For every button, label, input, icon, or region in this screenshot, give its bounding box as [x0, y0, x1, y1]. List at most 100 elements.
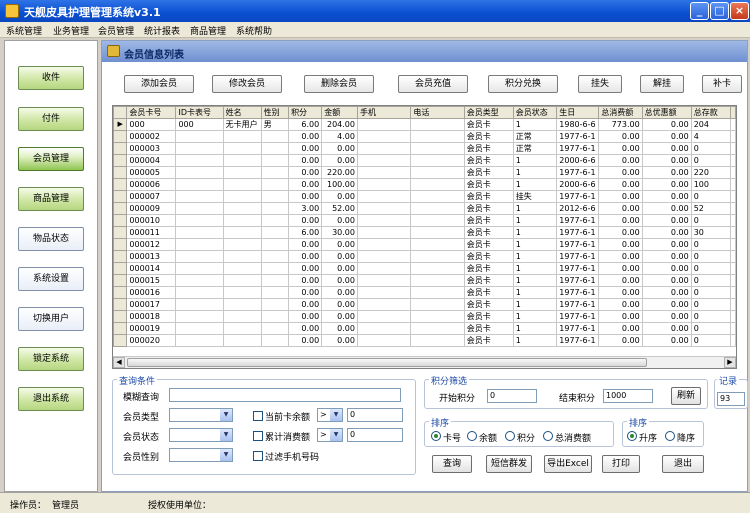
table-cell[interactable]: 000003: [126, 142, 177, 155]
table-cell[interactable]: [175, 142, 224, 155]
table-cell[interactable]: 000016: [126, 286, 177, 299]
table-cell[interactable]: 0.00: [598, 142, 643, 155]
table-cell[interactable]: [260, 262, 290, 275]
column-header[interactable]: 姓名: [222, 106, 262, 119]
table-cell[interactable]: [356, 214, 412, 227]
table-cell[interactable]: 1977-6-1: [556, 130, 600, 143]
member-type-select[interactable]: ▼: [169, 408, 233, 422]
table-cell[interactable]: 0.00: [321, 190, 358, 203]
table-cell[interactable]: 0.00: [641, 250, 692, 263]
table-cell[interactable]: 000011: [126, 226, 177, 239]
table-cell[interactable]: 000018: [126, 310, 177, 323]
table-cell[interactable]: [260, 238, 290, 251]
balance-value-input[interactable]: 0: [347, 408, 403, 422]
table-cell[interactable]: 2000-6-6: [556, 154, 600, 167]
fuzzy-search-input[interactable]: [169, 388, 401, 402]
report-loss-button[interactable]: 挂失: [578, 75, 622, 93]
table-cell[interactable]: 1977-6-1: [556, 226, 600, 239]
table-cell[interactable]: 0.00: [321, 286, 358, 299]
table-cell[interactable]: 0.00: [598, 190, 643, 203]
points-redeem-button[interactable]: 积分兑换: [488, 75, 558, 93]
table-cell[interactable]: 0.00: [288, 274, 323, 287]
menu-business[interactable]: 业务管理: [53, 24, 89, 37]
table-cell[interactable]: [410, 166, 465, 179]
menu-goods[interactable]: 商品管理: [190, 24, 226, 37]
table-cell[interactable]: 100.00: [321, 178, 358, 191]
table-cell[interactable]: [175, 154, 224, 167]
table-cell[interactable]: 000017: [126, 298, 177, 311]
nav-exit[interactable]: 退出系统: [18, 387, 84, 411]
table-cell[interactable]: 1: [512, 334, 558, 347]
table-cell[interactable]: 0.00: [321, 310, 358, 323]
table-row[interactable]: 000010 0.00 0.00 会员卡 1 1977-6-1 0.00 0.00 0: [113, 214, 736, 227]
maximize-button[interactable]: □: [710, 2, 729, 20]
table-cell[interactable]: 会员卡: [463, 286, 514, 299]
table-cell[interactable]: [222, 310, 262, 323]
table-cell[interactable]: 1: [512, 238, 558, 251]
table-cell[interactable]: 0.00: [598, 154, 643, 167]
row-header[interactable]: [113, 310, 128, 323]
recharge-button[interactable]: 会员充值: [398, 75, 468, 93]
table-cell[interactable]: [410, 118, 465, 131]
table-cell[interactable]: 0.00: [641, 226, 692, 239]
table-cell[interactable]: 1977-6-1: [556, 214, 600, 227]
table-cell[interactable]: 0.00: [321, 238, 358, 251]
table-cell[interactable]: 0: [690, 310, 732, 323]
minimize-button[interactable]: _: [690, 2, 709, 20]
start-points-input[interactable]: 0: [487, 389, 537, 403]
table-cell[interactable]: [222, 178, 262, 191]
table-cell[interactable]: 1: [512, 118, 558, 131]
table-cell[interactable]: 000014: [126, 262, 177, 275]
table-cell[interactable]: 0.00: [641, 334, 692, 347]
column-header[interactable]: 总存款: [690, 106, 732, 119]
nav-receive[interactable]: 收件: [18, 66, 84, 90]
table-cell[interactable]: [356, 190, 412, 203]
table-cell[interactable]: 1: [512, 286, 558, 299]
table-cell[interactable]: 1: [512, 178, 558, 191]
table-cell[interactable]: 0: [690, 262, 732, 275]
table-cell[interactable]: 正常: [512, 130, 558, 143]
table-cell[interactable]: 0: [690, 190, 732, 203]
table-cell[interactable]: 100: [690, 178, 732, 191]
table-cell[interactable]: 0.00: [288, 286, 323, 299]
table-cell[interactable]: 773.00: [598, 118, 643, 131]
table-cell[interactable]: 男: [260, 118, 290, 131]
column-header[interactable]: 电话: [410, 106, 465, 119]
table-cell[interactable]: [222, 202, 262, 215]
column-header[interactable]: 总优惠额: [641, 106, 692, 119]
table-cell[interactable]: 会员卡: [463, 274, 514, 287]
horizontal-scrollbar[interactable]: ◀ ▶: [113, 356, 736, 368]
table-cell[interactable]: 0.00: [288, 214, 323, 227]
table-cell[interactable]: 会员卡: [463, 334, 514, 347]
table-cell[interactable]: 会员卡: [463, 250, 514, 263]
table-cell[interactable]: [175, 250, 224, 263]
table-cell[interactable]: [175, 226, 224, 239]
menu-help[interactable]: 系统帮助: [236, 24, 272, 37]
consume-checkbox[interactable]: [253, 431, 263, 441]
table-cell[interactable]: 0.00: [598, 322, 643, 335]
table-cell[interactable]: 0: [690, 214, 732, 227]
table-cell[interactable]: [356, 310, 412, 323]
table-cell[interactable]: 0.00: [641, 322, 692, 335]
table-cell[interactable]: 4: [690, 130, 732, 143]
table-cell[interactable]: 无卡用户: [222, 118, 262, 131]
reissue-card-button[interactable]: 补卡: [702, 75, 742, 93]
table-cell[interactable]: 1: [512, 298, 558, 311]
table-row[interactable]: 000020 0.00 0.00 会员卡 1 1977-6-1 0.00 0.00 0: [113, 334, 736, 347]
table-cell[interactable]: [222, 154, 262, 167]
table-cell[interactable]: 0.00: [321, 274, 358, 287]
table-cell[interactable]: 0.00: [641, 262, 692, 275]
member-status-select[interactable]: ▼: [169, 428, 233, 442]
table-cell[interactable]: 0.00: [598, 262, 643, 275]
menu-member[interactable]: 会员管理: [98, 24, 134, 37]
table-cell[interactable]: 1977-6-1: [556, 322, 600, 335]
table-cell[interactable]: 会员卡: [463, 298, 514, 311]
table-cell[interactable]: 000010: [126, 214, 177, 227]
table-cell[interactable]: 1: [512, 262, 558, 275]
table-cell[interactable]: [260, 202, 290, 215]
table-cell[interactable]: [356, 130, 412, 143]
table-cell[interactable]: [175, 322, 224, 335]
table-cell[interactable]: 0.00: [641, 214, 692, 227]
table-cell[interactable]: [356, 322, 412, 335]
edit-member-button[interactable]: 修改会员: [212, 75, 282, 93]
